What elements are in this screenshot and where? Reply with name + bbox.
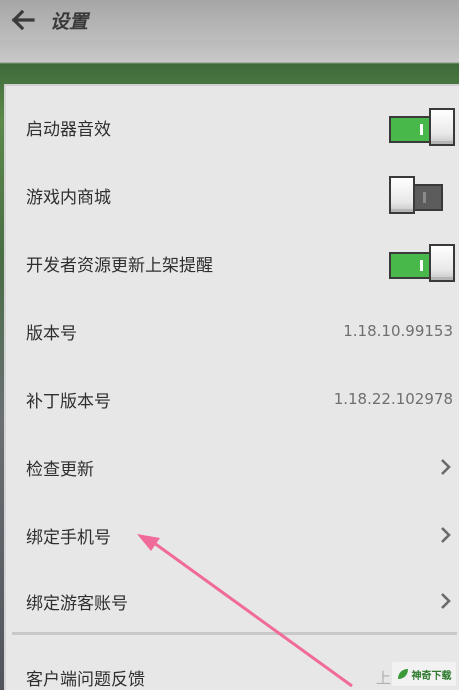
toggle-off-mark xyxy=(423,192,426,203)
feedback-value: 上 xyxy=(375,668,391,687)
dev-update-alert-toggle[interactable] xyxy=(389,243,455,283)
setting-row-dev-update-alert: 开发者资源更新上架提醒 xyxy=(6,230,459,296)
in-game-store-toggle[interactable] xyxy=(389,175,455,215)
chevron-right-icon xyxy=(441,527,451,543)
back-button[interactable] xyxy=(0,0,46,40)
version-value: 1.18.10.99153 xyxy=(343,322,453,340)
top-bar: 设置 xyxy=(0,0,459,40)
toggle-knob xyxy=(429,108,455,146)
setting-row-patch-version: 补丁版本号 1.18.22.102978 xyxy=(6,366,459,432)
back-arrow-icon xyxy=(11,10,35,30)
section-divider xyxy=(12,632,457,635)
watermark-logo: 神奇下载 xyxy=(392,662,456,686)
setting-label: 游戏内商城 xyxy=(26,187,111,208)
setting-label: 开发者资源更新上架提醒 xyxy=(26,255,213,276)
page-title: 设置 xyxy=(50,10,89,33)
toggle-on-mark xyxy=(420,124,423,135)
setting-label: 绑定手机号 xyxy=(26,527,111,548)
chevron-right-icon xyxy=(441,459,451,475)
check-update-item[interactable]: 检查更新 xyxy=(6,434,459,500)
setting-row-in-game-store: 游戏内商城 xyxy=(6,162,459,228)
toggle-knob xyxy=(429,244,455,282)
setting-label: 版本号 xyxy=(26,323,77,344)
setting-label: 客户端问题反馈 xyxy=(26,669,145,690)
settings-panel: 启动器音效 游戏内商城 开发者资源更新上架提醒 版本号 1.18.10.9915… xyxy=(4,84,459,690)
leaf-icon xyxy=(397,669,408,679)
launcher-sound-toggle[interactable] xyxy=(389,107,455,147)
setting-row-launcher-sound: 启动器音效 xyxy=(6,94,459,160)
setting-label: 绑定游客账号 xyxy=(26,593,128,614)
toggle-knob xyxy=(389,176,415,214)
chevron-right-icon xyxy=(441,593,451,609)
patch-version-value: 1.18.22.102978 xyxy=(333,390,453,408)
setting-row-version: 版本号 1.18.10.99153 xyxy=(6,298,459,364)
setting-label: 补丁版本号 xyxy=(26,391,111,412)
watermark-text: 神奇下载 xyxy=(411,670,452,682)
setting-label: 检查更新 xyxy=(26,459,94,480)
setting-label: 启动器音效 xyxy=(26,119,111,140)
bind-guest-item[interactable]: 绑定游客账号 xyxy=(6,568,459,634)
toggle-on-mark xyxy=(420,260,423,271)
bind-phone-item[interactable]: 绑定手机号 xyxy=(6,502,459,568)
